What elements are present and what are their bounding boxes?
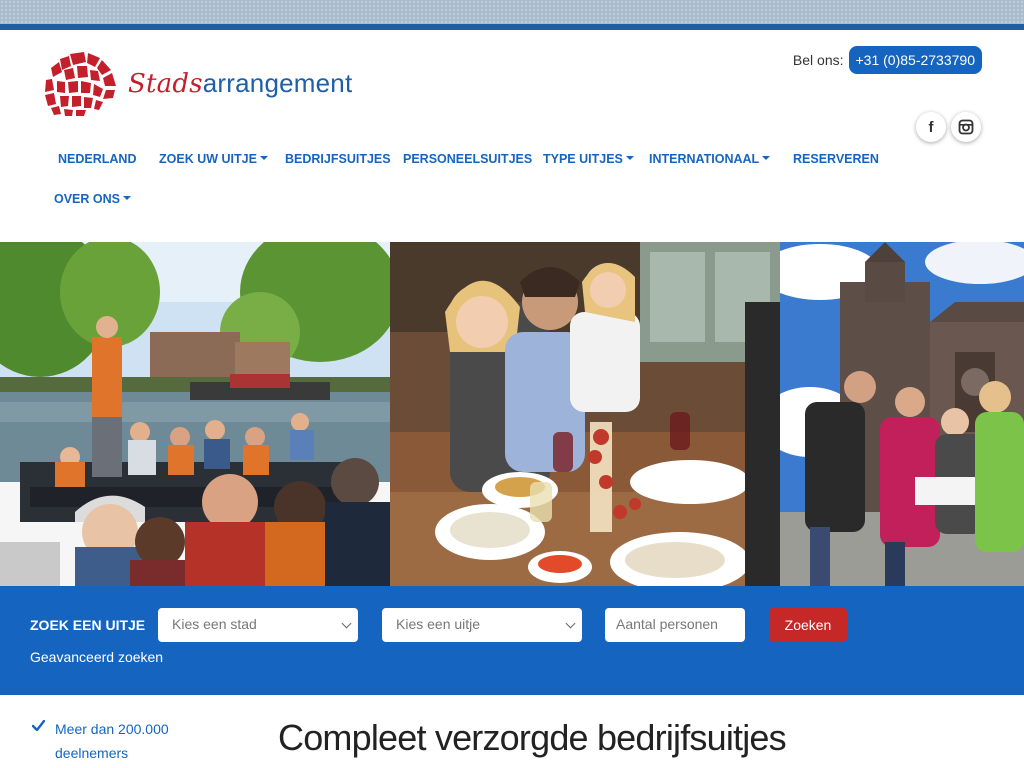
caret-down-icon [625, 155, 634, 160]
nav-nederland[interactable]: NEDERLAND [58, 152, 136, 166]
persons-placeholder: Aantal personen [616, 616, 718, 632]
usp-line-1: Meer dan 200.000 [55, 721, 169, 737]
nav-bedrijfsuitjes[interactable]: BEDRIJFSUITJES [285, 152, 391, 166]
search-button[interactable]: Zoeken [769, 608, 847, 642]
chevron-down-icon [341, 618, 352, 629]
nav-type-uitjes[interactable]: TYPE UITJES [543, 152, 634, 166]
search-title: ZOEK EEN UITJE [30, 617, 146, 633]
nav-label: NEDERLAND [58, 152, 137, 166]
contact-phone: Bel ons: +31 (0)85-2733790 [793, 46, 982, 74]
phone-label: Bel ons: [792, 52, 844, 68]
nav-personeelsuitjes[interactable]: PERSONEELSUITJES [403, 152, 532, 166]
nav-internationaal[interactable]: INTERNATIONAAL [649, 152, 771, 166]
advanced-search-link[interactable]: Geavanceerd zoeken [30, 649, 163, 665]
city-select[interactable]: Kies een stad [158, 608, 358, 642]
nav-zoek-uw-uitje[interactable]: ZOEK UW UITJE [159, 152, 268, 166]
nav-over-ons[interactable]: OVER ONS [54, 192, 131, 206]
usp-item: Meer dan 200.000 deelnemers [55, 717, 169, 765]
nav-reserveren[interactable]: RESERVEREN [793, 152, 879, 166]
group-dinner-photo [390, 242, 780, 586]
instagram-glyph [958, 119, 974, 135]
content-section: Meer dan 200.000 deelnemers Compleet ver… [0, 695, 1024, 768]
search-bar: ZOEK EEN UITJE Kies een stad Kies een ui… [0, 586, 1024, 695]
site-header: Stadsarrangement Bel ons: +31 (0)85-2733… [0, 30, 1024, 242]
nav-label: TYPE UITJES [543, 152, 623, 166]
logo-wordmark-arrangement: arrangement [202, 67, 353, 98]
activity-select-value: Kies een uitje [396, 616, 481, 632]
caret-down-icon [123, 195, 131, 200]
logo-wordmark: Stadsarrangement [128, 68, 352, 99]
persons-input[interactable]: Aantal personen [605, 608, 745, 642]
canal-boat-tour-photo [0, 242, 390, 586]
instagram-icon[interactable] [951, 112, 981, 142]
caret-down-icon [762, 155, 771, 160]
phone-button[interactable]: +31 (0)85-2733790 [848, 46, 982, 74]
city-tour-church-photo [780, 242, 1024, 586]
nav-label: INTERNATIONAAL [649, 152, 760, 166]
nav-label: PERSONEELSUITJES [403, 152, 533, 166]
checkmark-icon [32, 720, 45, 731]
nav-label: BEDRIJFSUITJES [285, 152, 391, 166]
red-mosaic-circle-icon [45, 52, 116, 116]
city-select-value: Kies een stad [172, 616, 257, 632]
nav-label: RESERVEREN [793, 152, 879, 166]
facebook-glyph: f [928, 118, 934, 136]
page-headline: Compleet verzorgde bedrijfsuitjes [278, 717, 787, 758]
nav-label: OVER ONS [54, 192, 120, 206]
logo-wordmark-stads: Stads [128, 68, 203, 99]
activity-select[interactable]: Kies een uitje [382, 608, 582, 642]
facebook-icon[interactable]: f [916, 112, 946, 142]
caret-down-icon [259, 155, 268, 160]
chevron-down-icon [565, 618, 576, 629]
top-decorative-band [0, 0, 1024, 25]
nav-label: ZOEK UW UITJE [159, 152, 257, 166]
hero-banner [0, 242, 1024, 586]
usp-line-2: deelnemers [55, 745, 129, 761]
site-logo[interactable]: Stadsarrangement [40, 50, 352, 116]
